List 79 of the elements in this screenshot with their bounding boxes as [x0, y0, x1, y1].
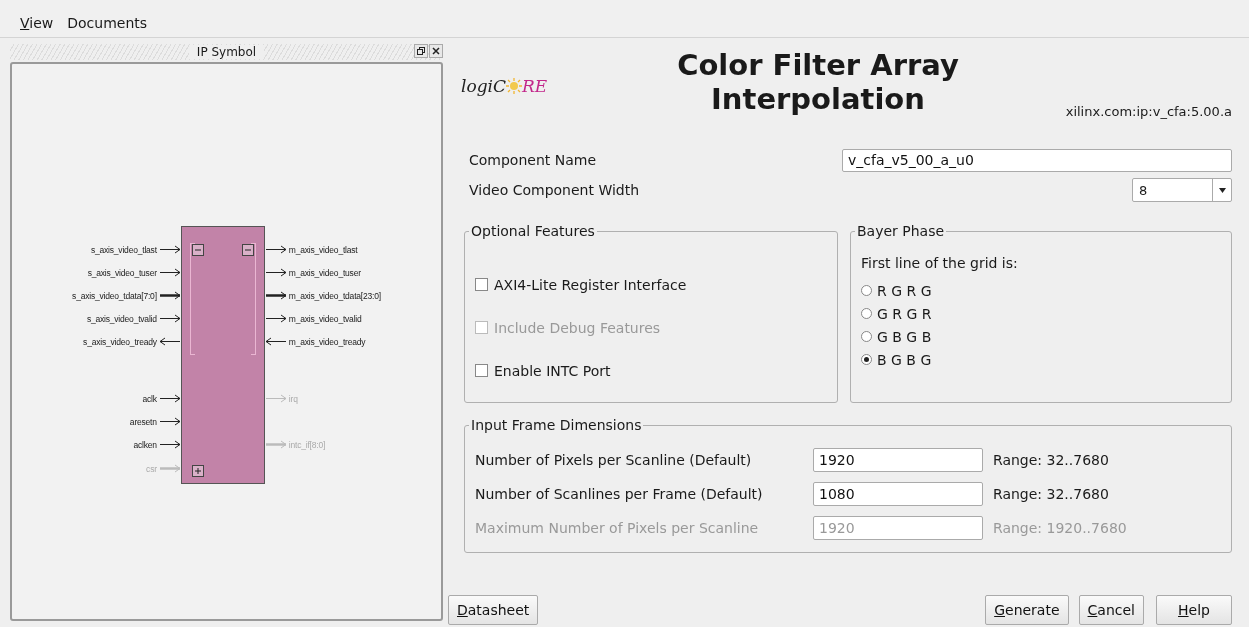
pin-arrow-icon [264, 268, 287, 277]
pin-label: aresetn [128, 416, 158, 427]
pin-label: m_axis_video_tdata[23:0] [287, 290, 382, 301]
pin-arrow-icon [158, 464, 181, 473]
menu-item[interactable]: View [20, 15, 54, 37]
group-title: Optional Features [470, 223, 596, 239]
radio-option[interactable]: G B G B [861, 325, 1221, 348]
dropdown-icon [1218, 187, 1226, 193]
radio-button[interactable] [861, 354, 872, 365]
pin-arrow-icon [158, 268, 181, 277]
checkbox[interactable] [475, 278, 488, 291]
radio-button[interactable] [861, 331, 872, 342]
dialog-button[interactable]: Datasheet [448, 595, 539, 625]
logo-text: RE [522, 76, 548, 96]
pin-label: aclk [141, 393, 158, 404]
pin-label: m_axis_video_tvalid [287, 313, 363, 324]
pin-label: s_axis_video_tuser [86, 267, 158, 278]
number-field[interactable]: 1080 [813, 482, 983, 506]
component-name-field[interactable]: v_cfa_v5_00_a_u0 [842, 148, 1232, 172]
ip-identifier: xilinx.com:ip:v_cfa:5.00.a [1065, 104, 1232, 119]
pin-arrow-icon [264, 314, 287, 323]
pin-arrow-icon [158, 394, 181, 403]
menu-item[interactable]: Documents [67, 15, 148, 37]
range-text: Range: 32..7680 [993, 452, 1109, 468]
pin-arrow-icon [158, 337, 181, 346]
pin-label: s_axis_video_tvalid [85, 313, 158, 324]
radio-option[interactable]: B G B G [861, 348, 1221, 371]
pin-label: m_axis_video_tready [287, 336, 367, 347]
dialog-title: Interpolation [711, 82, 925, 116]
pin-label: csr [145, 463, 158, 474]
pin-label: irq [287, 393, 299, 404]
field-label: Component Name [469, 152, 597, 168]
width-select[interactable]: 8 [1132, 178, 1232, 202]
collapse-icon[interactable] [191, 244, 204, 256]
pin-arrow-icon [264, 245, 287, 254]
dialog-button[interactable]: Help [1156, 595, 1232, 625]
panel-title: IP Symbol [188, 45, 265, 59]
close-button[interactable] [429, 44, 443, 58]
dialog-button[interactable]: Generate [985, 595, 1069, 625]
radio-option[interactable]: G R G R [861, 302, 1221, 325]
pin-label: m_axis_video_tuser [287, 267, 362, 278]
dialog-title: Color Filter Array [677, 48, 959, 82]
pin-arrow-icon [264, 394, 287, 403]
radio-button[interactable] [861, 308, 872, 319]
number-field[interactable]: 1920 [813, 448, 983, 472]
group-prompt: First line of the grid is: [861, 255, 1019, 271]
field-label: Number of Scanlines per Frame (Default) [475, 486, 764, 502]
group-title: Input Frame Dimensions [470, 417, 643, 433]
checkbox-option[interactable]: AXI4-Lite Register Interface [475, 263, 827, 306]
pin-arrow-icon [264, 291, 287, 300]
pin-label: intc_if[8:0] [287, 439, 327, 450]
pin-label: aclken [132, 439, 158, 450]
pin-arrow-icon [264, 440, 287, 449]
group-title: Bayer Phase [856, 223, 946, 239]
field-label: Video Component Width [469, 182, 640, 198]
restore-button[interactable] [414, 44, 428, 58]
pin-label: s_axis_video_tlast [89, 244, 158, 255]
pin-arrow-icon [158, 314, 181, 323]
radio-option[interactable]: R G R G [861, 279, 1221, 302]
radio-button[interactable] [861, 285, 872, 296]
pin-label: s_axis_video_tready [82, 336, 158, 347]
pin-arrow-icon [158, 245, 181, 254]
sun-icon [506, 78, 522, 94]
pin-label: s_axis_video_tdata[7:0] [71, 290, 158, 301]
checkbox-option[interactable]: Enable INTC Port [475, 349, 827, 392]
collapse-icon[interactable] [241, 244, 254, 256]
pin-arrow-icon [264, 337, 287, 346]
field-label: Maximum Number of Pixels per Scanline [475, 520, 760, 536]
pin-arrow-icon [158, 417, 181, 426]
logo-text: logiC [461, 76, 506, 96]
field-label: Number of Pixels per Scanline (Default) [475, 452, 753, 468]
range-text: Range: 1920..7680 [993, 520, 1127, 536]
checkbox[interactable] [475, 364, 488, 377]
expand-icon[interactable] [191, 465, 204, 477]
range-text: Range: 32..7680 [993, 486, 1109, 502]
pin-label: m_axis_video_tlast [287, 244, 359, 255]
pin-arrow-icon [158, 440, 181, 449]
pin-arrow-icon [158, 291, 181, 300]
dialog-button[interactable]: Cancel [1078, 595, 1144, 625]
